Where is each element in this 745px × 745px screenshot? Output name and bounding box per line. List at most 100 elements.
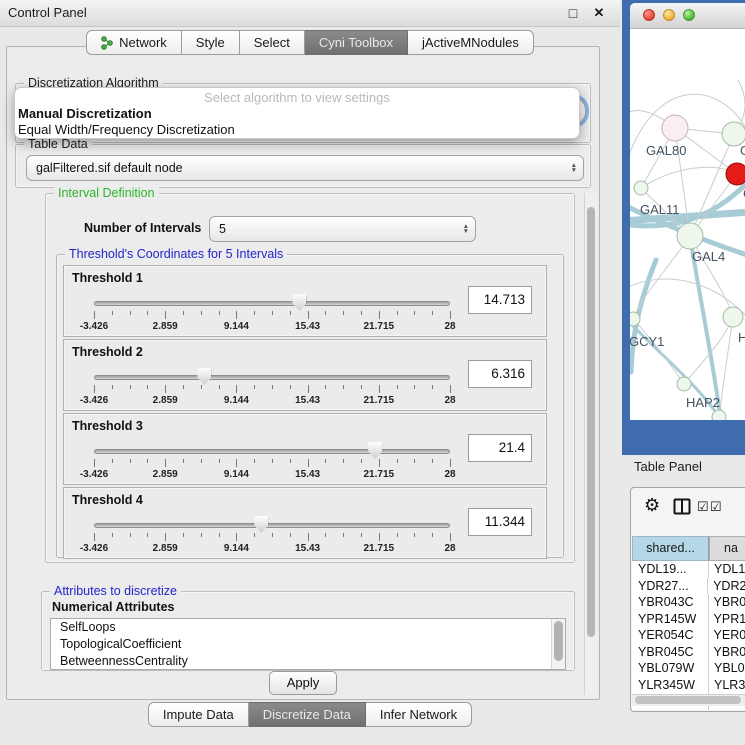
top-tab-bar: NetworkStyleSelectCyni Toolbox jActiveMNo… [0, 30, 620, 55]
slider-track[interactable] [94, 375, 450, 380]
threshold-value-field[interactable]: 21.4 [468, 434, 532, 462]
panel-scrollbar[interactable] [584, 193, 597, 695]
threshold-value-field[interactable]: 14.713 [468, 286, 532, 314]
tick-mark [236, 459, 237, 467]
slider-ticks [94, 533, 450, 542]
tick-mark [165, 311, 166, 319]
float-window-icon[interactable]: □ [564, 4, 582, 22]
network-node-gal11[interactable] [634, 181, 648, 195]
attributes-scrollbar[interactable] [551, 619, 565, 669]
tick-mark [308, 459, 309, 467]
tick-mark [165, 385, 166, 393]
network-node-c[interactable] [726, 163, 745, 185]
slider-thumb-icon[interactable] [292, 294, 306, 311]
stepper-icon: ▲▼ [463, 224, 469, 234]
algorithm-popup: Select algorithm to view settings Manual… [14, 87, 580, 139]
threshold-slider[interactable]: -3.4262.8599.14415.4321.71528 [94, 367, 450, 407]
tick-mark [308, 385, 309, 393]
tick-mark [254, 533, 255, 537]
tab-style[interactable]: Style [182, 30, 240, 55]
tab-infer-network[interactable]: Infer Network [366, 702, 472, 727]
interval-definition-group: Interval Definition Number of Intervals … [45, 193, 575, 563]
number-of-intervals-combo[interactable]: 5 ▲▼ [209, 216, 476, 242]
slider-ticks [94, 311, 450, 320]
scale-label: 21.715 [364, 395, 395, 406]
slider-track[interactable] [94, 449, 450, 454]
table-cell-name: YLR3 [709, 677, 745, 694]
tick-mark [130, 459, 131, 463]
table-row[interactable]: YBR045CYBR0 [632, 644, 745, 661]
table-row[interactable]: YBR043CYBR0 [632, 594, 745, 611]
threshold-slider[interactable]: -3.4262.8599.14415.4321.71528 [94, 441, 450, 481]
tick-mark [272, 385, 273, 389]
gear-icon[interactable]: ⚙ [644, 495, 660, 516]
scale-label: 28 [444, 321, 455, 332]
network-node-gal80[interactable] [662, 115, 688, 141]
table-row[interactable]: YDL19...YDL1 [632, 561, 745, 578]
attribute-item-betweennesscentrality[interactable]: BetweennessCentrality [51, 653, 565, 670]
slider-track[interactable] [94, 301, 450, 306]
threshold-value-field[interactable]: 11.344 [468, 508, 532, 536]
slider-thumb-icon[interactable] [197, 368, 211, 385]
table-cell-name: YBR0 [709, 594, 745, 611]
numerical-attributes-list[interactable]: SelfLoopsTopologicalCoefficientBetweenne… [50, 618, 566, 670]
table-row[interactable]: YER054CYER0 [632, 627, 745, 644]
table-row[interactable]: YPR145WYPR1 [632, 611, 745, 628]
algorithm-option-manual-discretization[interactable]: Manual Discretization [15, 106, 579, 122]
slider-track[interactable] [94, 523, 450, 528]
threshold-value-field[interactable]: 6.316 [468, 360, 532, 388]
network-node-hap2[interactable] [677, 377, 691, 391]
tab-select[interactable]: Select [240, 30, 305, 55]
tab-label: jActiveMNodules [422, 31, 519, 54]
threshold-panel-4: Threshold 4-3.4262.8599.14415.4321.71528… [63, 487, 547, 559]
tab-label: Infer Network [380, 703, 457, 726]
close-traffic-light-icon[interactable] [643, 9, 655, 21]
thresholds-group: Threshold's Coordinates for 5 Intervals … [56, 254, 564, 558]
threshold-panel-2: Threshold 2-3.4262.8599.14415.4321.71528… [63, 339, 547, 411]
checkbox-icon[interactable]: ☑ [710, 499, 722, 515]
network-node-label: GAL80 [646, 143, 686, 158]
network-window-frame: GAL80GCGAL11GAL4GCY1HHAP2 [622, 0, 745, 455]
slider-thumb-icon[interactable] [254, 516, 268, 533]
network-node-h[interactable] [723, 307, 743, 327]
tick-mark [236, 533, 237, 541]
apply-button[interactable]: Apply [269, 671, 337, 695]
network-node-gal4[interactable] [677, 223, 703, 249]
attribute-item-selfloops[interactable]: SelfLoops [51, 619, 565, 636]
minimize-traffic-light-icon[interactable] [663, 9, 675, 21]
table-row[interactable]: YLR345WYLR3 [632, 677, 745, 694]
slider-ticks [94, 459, 450, 468]
tab-discretize-data[interactable]: Discretize Data [249, 702, 366, 727]
attribute-item-topologicalcoefficient[interactable]: TopologicalCoefficient [51, 636, 565, 653]
checkbox-icon[interactable]: ☑ [697, 499, 709, 515]
close-icon[interactable]: ✕ [590, 4, 608, 22]
tab-impute-data[interactable]: Impute Data [148, 702, 249, 727]
column-header-shared[interactable]: shared... [632, 536, 709, 561]
column-header-name[interactable]: na [709, 536, 745, 561]
network-node[interactable] [712, 410, 726, 420]
network-canvas[interactable]: GAL80GCGAL11GAL4GCY1HHAP2 [630, 28, 745, 420]
threshold-slider[interactable]: -3.4262.8599.14415.4321.71528 [94, 515, 450, 555]
tab-network[interactable]: Network [86, 30, 182, 55]
tick-mark [272, 533, 273, 537]
thresholds-group-title: Threshold's Coordinates for 5 Intervals [65, 247, 287, 261]
table-row[interactable]: YBL079WYBL0 [632, 660, 745, 677]
split-table-icon[interactable] [673, 498, 691, 515]
tick-mark [361, 311, 362, 315]
algorithm-option-equal-width-frequency-discretization[interactable]: Equal Width/Frequency Discretization [15, 122, 579, 138]
tick-mark [397, 311, 398, 315]
tick-mark [343, 533, 344, 537]
scale-label: 28 [444, 543, 455, 554]
threshold-slider[interactable]: -3.4262.8599.14415.4321.71528 [94, 293, 450, 333]
network-node-gcy1[interactable] [630, 312, 640, 326]
tab-cyni-toolbox[interactable]: Cyni Toolbox [305, 30, 408, 55]
tab-jactivemnodules[interactable]: jActiveMNodules [408, 30, 534, 55]
zoom-traffic-light-icon[interactable] [683, 9, 695, 21]
slider-thumb-icon[interactable] [368, 442, 382, 459]
table-data-combo[interactable]: galFiltered.sif default node ▲▼ [26, 155, 584, 181]
table-horizontal-scrollbar[interactable] [632, 694, 745, 706]
tick-mark [397, 459, 398, 463]
scale-label: 2.859 [153, 543, 178, 554]
tick-mark [254, 459, 255, 463]
table-row[interactable]: YDR27...YDR2 [632, 578, 745, 595]
